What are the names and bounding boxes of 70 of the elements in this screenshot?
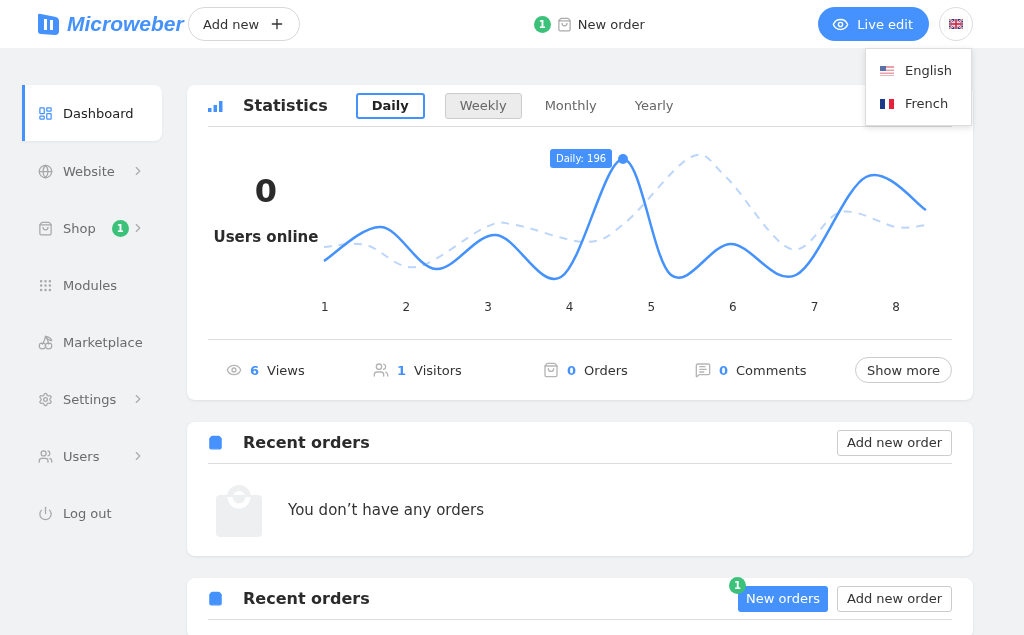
card-title: Recent orders <box>243 433 370 452</box>
stat-label: Orders <box>584 362 628 378</box>
sidebar-label: Website <box>63 163 115 179</box>
sidebar-item[interactable]: Website <box>22 143 162 199</box>
sidebar-label: Settings <box>63 391 117 407</box>
sidebar-item[interactable]: Settings <box>22 371 162 427</box>
sidebar-label: Dashboard <box>63 105 134 121</box>
users-online-count: 0 <box>254 172 278 210</box>
axis-label: 6 <box>728 300 738 314</box>
empty-message: You don’t have any orders <box>288 501 484 519</box>
period-tab[interactable]: Daily <box>355 92 425 119</box>
stat-label: Views <box>267 362 305 378</box>
language-button[interactable] <box>939 7 973 41</box>
sidebar-item[interactable]: Marketplace <box>22 314 162 370</box>
axis-label: 2 <box>401 300 412 314</box>
globe-icon <box>38 163 53 179</box>
stat-value: 6 <box>250 362 260 378</box>
dashboard-icon <box>38 105 53 121</box>
sidebar-label: Users <box>63 448 100 464</box>
sidebar-label: Marketplace <box>63 334 143 350</box>
axis-label: 3 <box>483 300 493 314</box>
cherry-icon <box>38 334 53 350</box>
stat-label: Comments <box>736 362 807 378</box>
sidebar-label: Shop <box>63 220 96 236</box>
language-option[interactable]: English <box>866 54 971 87</box>
card-title: Statistics <box>243 96 328 115</box>
stat-value: 0 <box>567 362 577 378</box>
axis-label: 7 <box>809 300 820 314</box>
chart-tooltip: Daily: 196 <box>550 149 613 168</box>
count-badge: 1 <box>111 219 129 237</box>
users-online-label: Users online <box>213 228 319 246</box>
eye-icon <box>226 362 242 378</box>
stat-value: 1 <box>397 362 407 378</box>
data-point <box>618 154 628 164</box>
add-order-button[interactable]: Add new order <box>837 585 952 612</box>
add-new-button[interactable]: Add new <box>188 7 301 41</box>
axis-label: 4 <box>564 300 575 314</box>
comment-icon <box>695 362 711 378</box>
sidebar-item[interactable]: Users <box>22 428 162 484</box>
logo-text: Microweber <box>67 12 184 36</box>
period-tab[interactable]: Weekly <box>444 92 522 119</box>
french-flag-icon <box>880 98 894 109</box>
new-order-link[interactable]: New order <box>577 16 645 32</box>
grid-icon <box>38 277 53 293</box>
sidebar-label: Modules <box>63 277 118 293</box>
notification-badge: 1 <box>533 15 551 33</box>
axis-label: 5 <box>646 300 657 314</box>
sidebar-item[interactable]: Shop 1 <box>22 200 162 256</box>
sidebar-item[interactable]: Dashboard <box>22 85 162 141</box>
users-icon <box>373 362 389 378</box>
us-flag-icon <box>880 65 894 76</box>
stat-label: Visitors <box>414 362 462 378</box>
bar-chart-icon <box>208 99 223 112</box>
power-icon <box>38 505 53 521</box>
add-order-button[interactable]: Add new order <box>837 429 952 456</box>
axis-label: 8 <box>891 300 901 314</box>
logo-icon <box>35 11 61 37</box>
users-icon <box>38 448 53 464</box>
live-edit-button[interactable]: Live edit <box>818 7 929 41</box>
axis-label: 1 <box>320 300 330 314</box>
language-option[interactable]: French <box>866 87 971 120</box>
uk-flag-icon <box>949 19 963 29</box>
sidebar-item[interactable]: Log out <box>22 485 162 541</box>
count-badge: 1 <box>729 576 747 594</box>
stat-value: 0 <box>719 362 729 378</box>
settings-icon <box>38 391 53 407</box>
card-title: Recent orders <box>243 589 370 608</box>
show-more-button[interactable]: Show more <box>855 357 952 383</box>
sidebar-item[interactable]: Modules <box>22 257 162 313</box>
sidebar-label: Log out <box>63 505 112 521</box>
